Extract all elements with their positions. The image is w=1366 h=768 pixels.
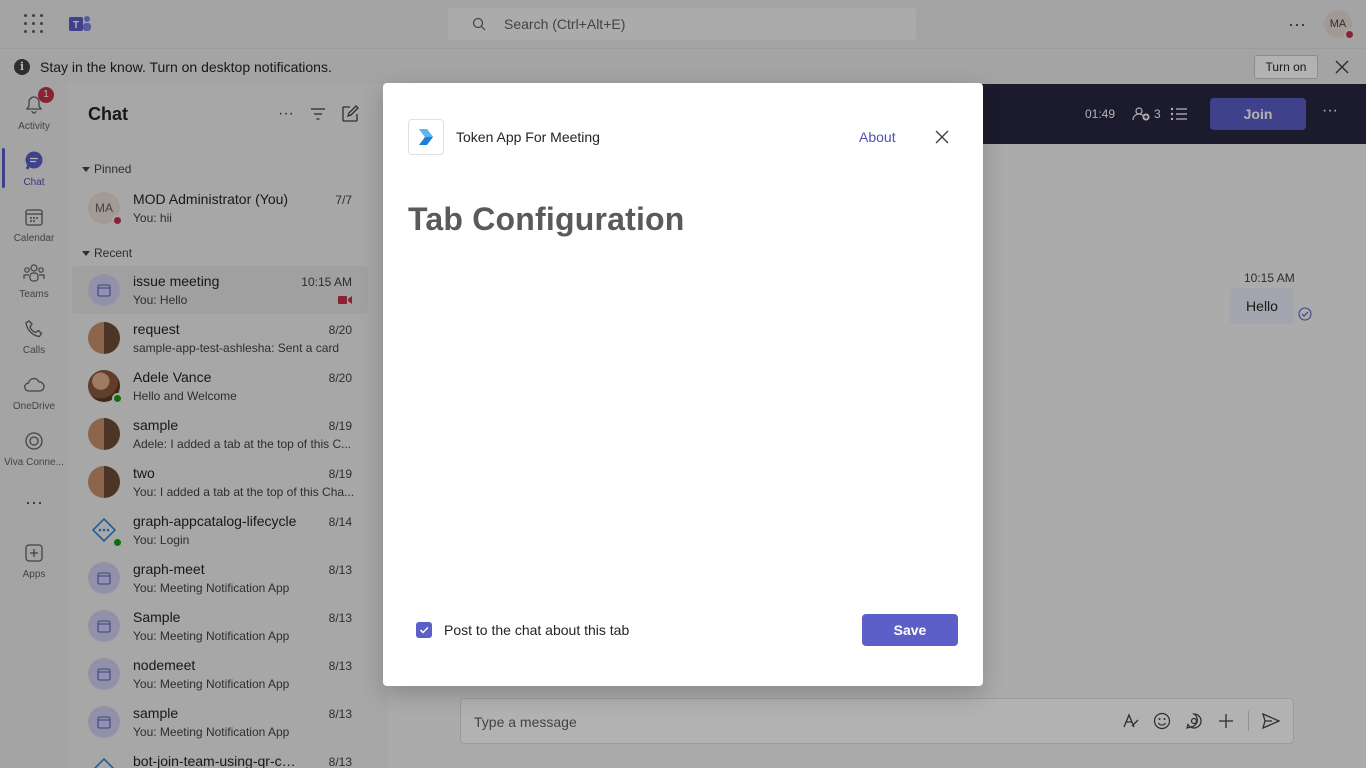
app-name: Token App For Meeting [456,129,600,145]
tab-configuration-dialog: Token App For Meeting About Tab Configur… [383,83,983,686]
app-logo-icon [408,119,444,155]
checkbox-label[interactable]: Post to the chat about this tab [444,622,629,638]
close-icon[interactable] [933,128,951,146]
about-link[interactable]: About [859,129,896,145]
post-to-chat-checkbox[interactable] [416,622,432,638]
dialog-title: Tab Configuration [408,201,685,237]
save-button[interactable]: Save [862,614,958,646]
checkmark-icon [419,626,429,634]
